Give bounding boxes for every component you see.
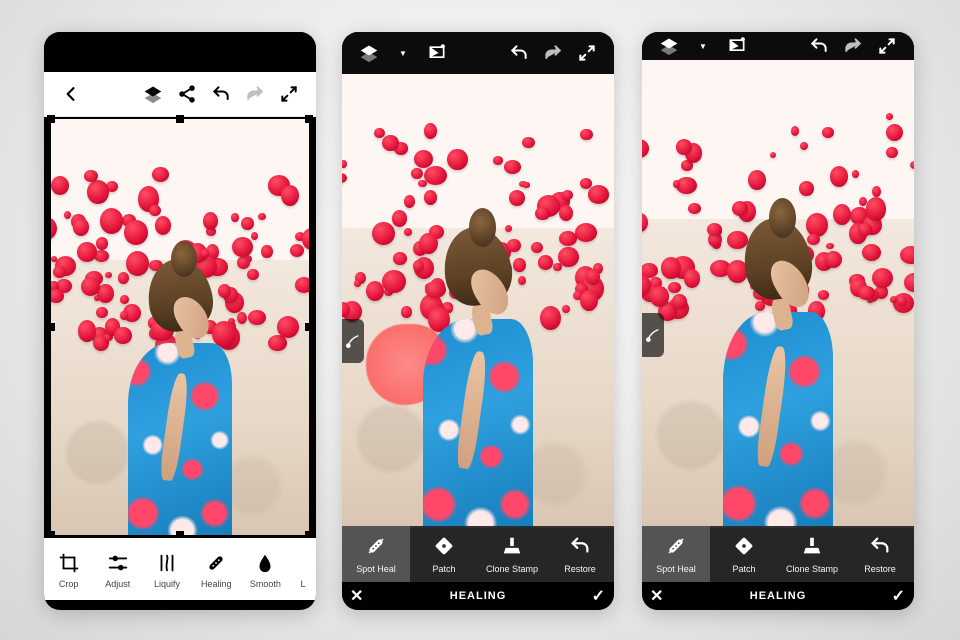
- tool-label: Crop: [59, 579, 79, 589]
- mode-title: HEALING: [750, 590, 807, 602]
- layers-dropdown-icon[interactable]: ▼: [390, 40, 416, 66]
- fullscreen-icon[interactable]: [276, 81, 302, 107]
- crop-handle[interactable]: [305, 323, 313, 331]
- subject: [108, 235, 252, 535]
- accept-button[interactable]: ✓: [592, 586, 606, 606]
- brush-size-tab[interactable]: [342, 319, 364, 363]
- tool-label: Clone Stamp: [786, 564, 838, 574]
- phone-light-editor: Crop Adjust Liquify Healing Smooth L: [44, 32, 316, 610]
- layers-icon[interactable]: [356, 40, 382, 66]
- tool-restore[interactable]: Restore: [846, 526, 914, 582]
- tool-more[interactable]: L: [290, 538, 316, 600]
- share-icon[interactable]: [174, 81, 200, 107]
- mode-bar: ✕ HEALING ✓: [642, 582, 914, 610]
- tool-label: Patch: [732, 564, 755, 574]
- autofix-icon[interactable]: [424, 40, 450, 66]
- tool-label: Spot Heal: [356, 564, 396, 574]
- crop-icon: [56, 550, 82, 576]
- redo-icon: [540, 40, 566, 66]
- clone-stamp-icon: [501, 535, 523, 562]
- autofix-icon[interactable]: [724, 33, 750, 59]
- brush-size-tab[interactable]: [642, 313, 664, 357]
- patch-icon: [733, 535, 755, 562]
- clone-stamp-icon: [801, 535, 823, 562]
- accept-button[interactable]: ✓: [892, 586, 906, 606]
- tool-smooth[interactable]: Smooth: [241, 538, 290, 600]
- tool-patch[interactable]: Patch: [710, 526, 778, 582]
- tool-adjust[interactable]: Adjust: [93, 538, 142, 600]
- cancel-button[interactable]: ✕: [650, 586, 664, 606]
- liquify-icon: [154, 550, 180, 576]
- tool-label: Liquify: [154, 579, 180, 589]
- healing-tools: Spot Heal Patch Clone Stamp Restore: [642, 526, 914, 582]
- tool-label: Clone Stamp: [486, 564, 538, 574]
- crop-handle[interactable]: [47, 115, 55, 123]
- undo-icon[interactable]: [506, 40, 532, 66]
- tool-patch[interactable]: Patch: [410, 526, 478, 582]
- tool-label: Restore: [864, 564, 896, 574]
- tool-label: Adjust: [105, 579, 130, 589]
- layers-icon[interactable]: [140, 81, 166, 107]
- crop-handle[interactable]: [176, 115, 184, 123]
- tool-healing[interactable]: Healing: [192, 538, 241, 600]
- redo-icon: [242, 81, 268, 107]
- phone-healing-paint: ▼ Spot Heal Patch Clone Stamp: [342, 32, 614, 610]
- healing-tools: Spot Heal Patch Clone Stamp Restore: [342, 526, 614, 582]
- undo-icon[interactable]: [806, 33, 832, 59]
- crop-handle[interactable]: [47, 323, 55, 331]
- image-canvas[interactable]: [50, 118, 310, 536]
- patch-icon: [433, 535, 455, 562]
- smooth-icon: [252, 550, 278, 576]
- image-canvas[interactable]: [342, 74, 614, 528]
- phone-healing-result: ▼ Spot Heal Patch Clone Stamp: [642, 32, 914, 610]
- healing-icon: [203, 550, 229, 576]
- tool-label: Restore: [564, 564, 596, 574]
- subject: [402, 201, 554, 528]
- tool-restore[interactable]: Restore: [546, 526, 614, 582]
- restore-icon: [869, 535, 891, 562]
- crop-handle[interactable]: [305, 115, 313, 123]
- tool-clone-stamp[interactable]: Clone Stamp: [778, 526, 846, 582]
- undo-icon[interactable]: [208, 81, 234, 107]
- mode-bar: ✕ HEALING ✓: [342, 582, 614, 610]
- back-icon[interactable]: [58, 81, 84, 107]
- subject: [702, 191, 854, 528]
- tool-clone-stamp[interactable]: Clone Stamp: [478, 526, 546, 582]
- bottom-toolbar: Crop Adjust Liquify Healing Smooth L: [44, 538, 316, 600]
- restore-icon: [569, 535, 591, 562]
- tool-label: Healing: [201, 579, 232, 589]
- adjust-icon: [105, 550, 131, 576]
- tool-label: Spot Heal: [656, 564, 696, 574]
- topbar: ▼: [642, 32, 914, 60]
- tool-spot-heal[interactable]: Spot Heal: [642, 526, 710, 582]
- layers-icon[interactable]: [656, 33, 682, 59]
- tool-crop[interactable]: Crop: [44, 538, 93, 600]
- mode-title: HEALING: [450, 590, 507, 602]
- redo-icon: [840, 33, 866, 59]
- topbar: ▼: [342, 32, 614, 74]
- spot-heal-icon: [365, 535, 387, 562]
- more-icon: [290, 550, 316, 576]
- tool-label: L: [301, 579, 306, 589]
- statusbar: [44, 32, 316, 72]
- layers-dropdown-icon[interactable]: ▼: [690, 33, 716, 59]
- tool-liquify[interactable]: Liquify: [142, 538, 191, 600]
- topbar: [44, 72, 316, 117]
- image-canvas[interactable]: [642, 60, 914, 528]
- fullscreen-icon[interactable]: [874, 33, 900, 59]
- cancel-button[interactable]: ✕: [350, 586, 364, 606]
- fullscreen-icon[interactable]: [574, 40, 600, 66]
- spot-heal-icon: [665, 535, 687, 562]
- tool-label: Smooth: [250, 579, 281, 589]
- tool-label: Patch: [432, 564, 455, 574]
- tool-spot-heal[interactable]: Spot Heal: [342, 526, 410, 582]
